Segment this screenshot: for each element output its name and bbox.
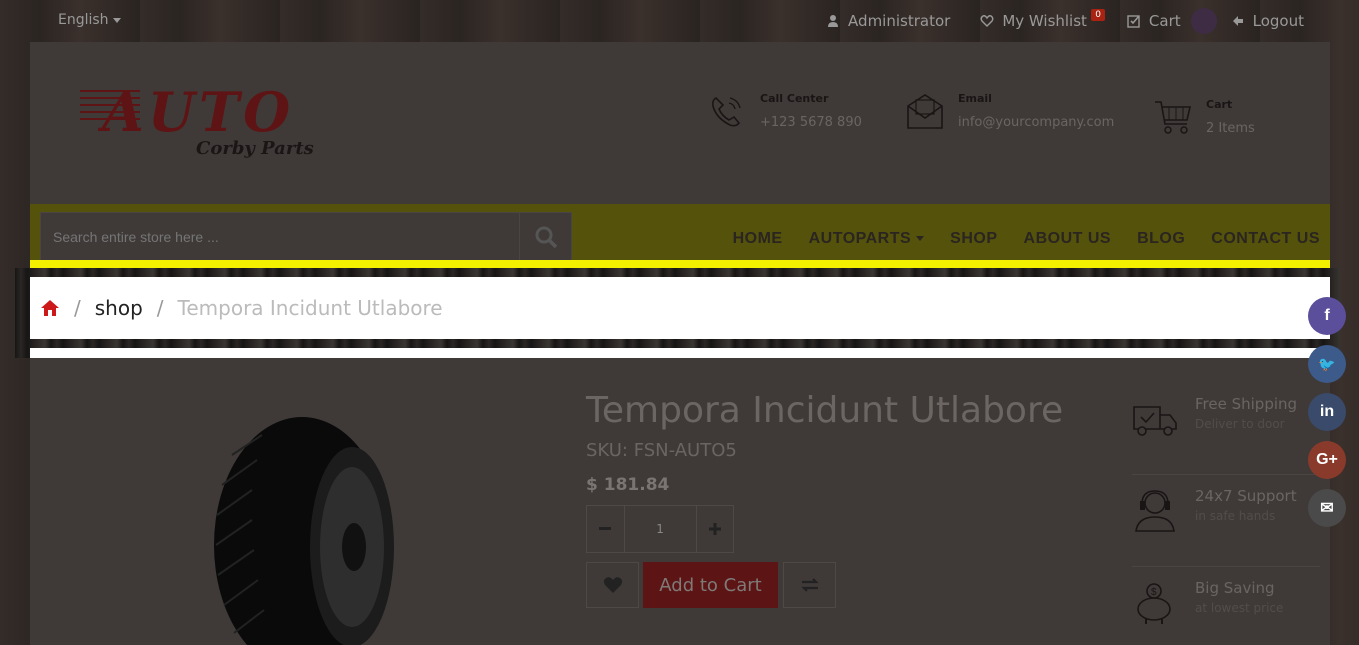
breadcrumb-current: Tempora Incidunt Utlabore — [177, 296, 443, 320]
user-icon — [828, 15, 839, 27]
account-links: Administrator My Wishlist 0 Cart Logout — [826, 8, 1304, 34]
email-info: Email info@yourcompany.com — [906, 92, 1114, 130]
email-title: Email — [958, 92, 992, 105]
envelope-icon — [907, 94, 943, 129]
product-price: $ 181.84 — [586, 475, 670, 495]
search-button[interactable] — [519, 213, 571, 261]
cart-link[interactable]: Cart — [1127, 8, 1217, 34]
home-icon[interactable] — [40, 299, 60, 317]
feature-subtitle: Deliver to door — [1195, 417, 1285, 431]
nav-contact-us[interactable]: CONTACT US — [1211, 230, 1320, 248]
mail-icon[interactable]: ✉ — [1308, 489, 1346, 527]
increase-quantity-button[interactable] — [697, 506, 734, 552]
product-image[interactable] — [212, 415, 400, 645]
social-share-bar: f 🐦 in G+ ✉ — [1308, 297, 1346, 527]
cart-label: Cart — [1148, 12, 1181, 30]
feature-free-shipping: Free Shipping Deliver to door — [1132, 383, 1320, 475]
feature-title: Free Shipping — [1195, 395, 1298, 413]
sign-out-icon — [1232, 16, 1243, 26]
top-bar: English Administrator My Wishlist 0 Cart… — [0, 0, 1359, 42]
minus-icon — [599, 527, 612, 530]
truck-icon — [1133, 406, 1177, 436]
quantity-input[interactable]: 1 — [623, 506, 697, 552]
product-title: Tempora Incidunt Utlabore — [586, 390, 1064, 431]
site-logo[interactable]: AUTO Corby Parts — [80, 80, 340, 170]
language-selector[interactable]: English — [58, 12, 121, 28]
wishlist-label: My Wishlist — [1002, 12, 1087, 30]
call-center-number[interactable]: +123 5678 890 — [760, 115, 862, 130]
decrease-quantity-button[interactable] — [587, 506, 624, 552]
call-center-info: Call Center +123 5678 890 — [708, 92, 862, 130]
logout-label: Logout — [1252, 12, 1304, 30]
google-plus-icon[interactable]: G+ — [1308, 441, 1346, 479]
nav-autoparts-label: AUTOPARTS — [808, 230, 912, 247]
logo-main-text: AUTO — [102, 80, 295, 144]
cart-info[interactable]: Cart 2 Items — [1154, 98, 1255, 136]
site-header: AUTO Corby Parts Call Center +123 5678 8… — [30, 42, 1330, 202]
plus-icon — [708, 523, 721, 535]
product-sku: SKU: FSN-AUTO5 — [586, 440, 737, 461]
heart-icon — [603, 577, 622, 593]
product-actions: Add to Cart — [586, 562, 836, 608]
nav-bar: HOME AUTOPARTS SHOP ABOUT US BLOG CONTAC… — [30, 204, 1330, 262]
cart-item-count: 2 Items — [1206, 121, 1255, 136]
search-box — [40, 212, 572, 262]
nav-about-us[interactable]: ABOUT US — [1024, 230, 1112, 248]
feature-big-saving: $ Big Saving at lowest price — [1132, 567, 1320, 645]
feature-support: 24x7 Support in safe hands — [1132, 475, 1320, 567]
linkedin-icon[interactable]: in — [1308, 393, 1346, 431]
chevron-down-icon — [916, 236, 925, 242]
call-center-title: Call Center — [760, 92, 829, 105]
headset-icon — [1135, 490, 1175, 532]
highlight-bar — [30, 260, 1330, 268]
search-input[interactable] — [41, 213, 521, 261]
feature-subtitle: in safe hands — [1195, 509, 1276, 523]
logout-link[interactable]: Logout — [1231, 12, 1304, 30]
nav-blog[interactable]: BLOG — [1137, 230, 1185, 248]
cart-indicator — [1190, 8, 1217, 34]
breadcrumb-separator: / — [156, 296, 164, 320]
language-label: English — [58, 12, 109, 28]
checkbox-icon — [1127, 15, 1140, 28]
breadcrumb-shop[interactable]: shop — [95, 296, 143, 320]
svg-text:$: $ — [1151, 587, 1157, 598]
exchange-icon — [800, 578, 819, 592]
add-to-cart-button[interactable]: Add to Cart — [643, 562, 778, 608]
phone-icon — [712, 97, 741, 127]
piggy-bank-icon: $ — [1137, 583, 1171, 624]
facebook-icon[interactable]: f — [1308, 297, 1346, 335]
breadcrumb-separator: / — [74, 296, 81, 320]
main-nav: HOME AUTOPARTS SHOP ABOUT US BLOG CONTAC… — [733, 230, 1320, 248]
features-list: Free Shipping Deliver to door 24x7 Suppo… — [1132, 383, 1320, 645]
administrator-label: Administrator — [848, 12, 951, 30]
chevron-down-icon — [112, 17, 121, 23]
quantity-stepper: 1 — [586, 505, 734, 553]
feature-title: 24x7 Support — [1195, 487, 1297, 505]
heart-icon — [980, 15, 994, 27]
nav-home[interactable]: HOME — [733, 230, 783, 248]
cart-icon — [1155, 101, 1192, 134]
logo-sub-text: Corby Parts — [196, 138, 314, 159]
feature-title: Big Saving — [1195, 579, 1275, 597]
feature-subtitle: at lowest price — [1195, 601, 1284, 615]
breadcrumb: / shop / Tempora Incidunt Utlabore — [30, 277, 1330, 339]
search-icon — [535, 226, 557, 249]
administrator-link[interactable]: Administrator — [826, 12, 950, 30]
twitter-icon[interactable]: 🐦 — [1308, 345, 1346, 383]
nav-autoparts[interactable]: AUTOPARTS — [809, 230, 925, 248]
wishlist-link[interactable]: My Wishlist 0 — [980, 9, 1105, 30]
divider — [30, 348, 1330, 358]
compare-button[interactable] — [783, 562, 836, 608]
nav-shop[interactable]: SHOP — [950, 230, 997, 248]
wishlist-count-badge: 0 — [1091, 9, 1105, 21]
wishlist-button[interactable] — [586, 562, 639, 608]
cart-title: Cart — [1206, 98, 1233, 111]
email-address[interactable]: info@yourcompany.com — [958, 115, 1114, 130]
